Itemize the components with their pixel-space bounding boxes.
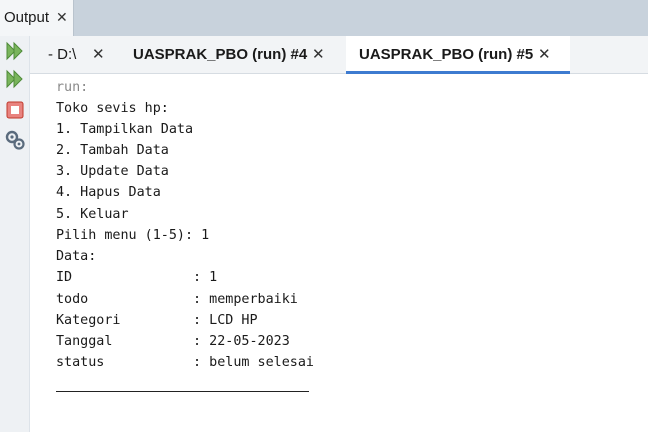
console-line: 3. Update Data: [56, 164, 169, 179]
output-panel-tab[interactable]: Output ✕: [0, 0, 74, 36]
console-line: Tanggal : 22-05-2023: [56, 334, 290, 349]
stop-icon[interactable]: [4, 99, 26, 121]
console-line: 2. Tambah Data: [56, 143, 169, 158]
tab-run-5[interactable]: UASPRAK_PBO (run) #5 ✕: [346, 36, 570, 74]
rerun-icon[interactable]: [4, 40, 26, 62]
console-line: status : belum selesai: [56, 355, 314, 370]
console-line: Kategori : LCD HP: [56, 313, 258, 328]
close-icon[interactable]: ✕: [538, 45, 551, 63]
console-line: 1. Tampilkan Data: [56, 122, 194, 137]
rerun-with-arguments-icon[interactable]: [4, 68, 26, 90]
tab-label: - D:\: [48, 46, 77, 63]
console-line: Toko sevis hp:: [56, 101, 169, 116]
console-line: Data:: [56, 249, 97, 264]
tab-label: UASPRAK_PBO (run) #4: [133, 46, 308, 63]
close-icon[interactable]: ✕: [56, 9, 68, 26]
console-line: ID : 1: [56, 270, 218, 285]
output-toolbar: [0, 36, 30, 432]
run-tabs: - D:\ ✕ UASPRAK_PBO (run) #4 ✕ UASPRAK_P…: [30, 36, 648, 74]
console-output[interactable]: run: Toko sevis hp: 1. Tampilkan Data 2.…: [30, 74, 648, 432]
separator-line: [56, 391, 309, 392]
console-line: run:: [56, 80, 89, 95]
output-panel-title: Output: [4, 9, 50, 26]
console-line: 4. Hapus Data: [56, 185, 161, 200]
tab-d-drive[interactable]: - D:\ ✕: [36, 36, 112, 74]
tab-label: UASPRAK_PBO (run) #5: [359, 46, 534, 63]
console-line: todo : memperbaiki: [56, 292, 298, 307]
console-line: 5. Keluar: [56, 207, 129, 222]
close-icon[interactable]: ✕: [312, 45, 325, 63]
output-panel-header: [0, 0, 648, 36]
close-icon[interactable]: ✕: [92, 45, 105, 63]
console-line: Pilih menu (1-5): 1: [56, 228, 210, 243]
tab-run-4[interactable]: UASPRAK_PBO (run) #4 ✕: [120, 36, 340, 74]
settings-icon[interactable]: [4, 129, 26, 151]
